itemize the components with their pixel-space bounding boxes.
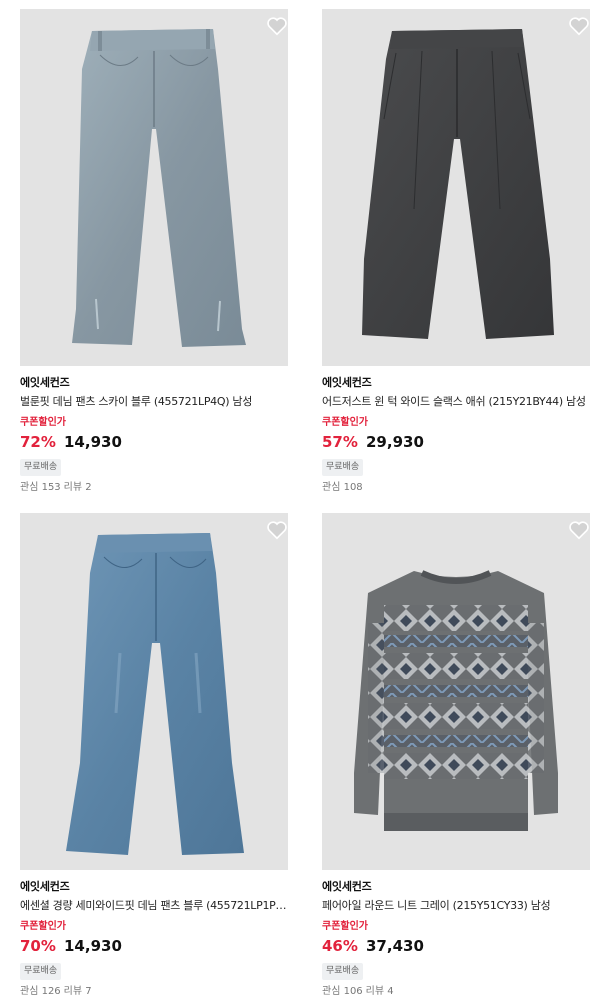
product-image[interactable] [20, 9, 288, 366]
coupon-label: 쿠폰할인가 [322, 417, 368, 428]
likes-count: 관심 126 [20, 986, 61, 997]
product-name[interactable]: 벌룬핏 데님 팬츠 스카이 블루 (455721LP4Q) 남성 [20, 394, 288, 409]
fair-isle-sweater-image [354, 570, 558, 831]
likes-count: 관심 153 [20, 482, 61, 493]
free-shipping-badge: 무료배송 [322, 963, 364, 980]
product-card[interactable]: 에잇세컨즈 에센셜 경량 세미와이드핏 데님 팬츠 블루 (455721LP1P… [20, 513, 288, 999]
reviews-count: 리뷰 4 [365, 986, 394, 997]
wishlist-heart-icon[interactable] [568, 15, 590, 37]
brand-name[interactable]: 에잇세컨즈 [20, 879, 288, 894]
price-row: 70% 14,930 [20, 936, 288, 956]
sale-price: 29,930 [366, 433, 424, 451]
likes-count: 관심 108 [322, 482, 363, 493]
coupon-label: 쿠폰할인가 [322, 921, 368, 932]
sale-price: 37,430 [366, 937, 424, 955]
product-stats: 관심 126 리뷰 7 [20, 985, 288, 999]
product-card[interactable]: 에잇세컨즈 어드저스트 윈 턱 와이드 슬랙스 애쉬 (215Y21BY44) … [322, 9, 590, 495]
product-stats: 관심 106 리뷰 4 [322, 985, 590, 999]
product-grid: 에잇세컨즈 벌룬핏 데님 팬츠 스카이 블루 (455721LP4Q) 남성 쿠… [0, 0, 603, 1006]
sale-price: 14,930 [64, 937, 122, 955]
free-shipping-badge: 무료배송 [322, 459, 364, 476]
product-image[interactable] [322, 9, 590, 366]
blue-jeans-image [66, 533, 244, 855]
price-row: 57% 29,930 [322, 432, 590, 452]
product-name[interactable]: 에센셜 경량 세미와이드핏 데님 팬츠 블루 (455721LP1P) 남성 [20, 898, 288, 913]
product-image[interactable] [20, 513, 288, 870]
free-shipping-badge: 무료배송 [20, 459, 62, 476]
light-wash-jeans-image [72, 29, 246, 347]
product-image[interactable] [322, 513, 590, 870]
coupon-label: 쿠폰할인가 [20, 417, 66, 428]
product-card[interactable]: 에잇세컨즈 벌룬핏 데님 팬츠 스카이 블루 (455721LP4Q) 남성 쿠… [20, 9, 288, 495]
brand-name[interactable]: 에잇세컨즈 [20, 375, 288, 390]
charcoal-slacks-image [362, 29, 554, 339]
coupon-label: 쿠폰할인가 [20, 921, 66, 932]
sale-price: 14,930 [64, 433, 122, 451]
brand-name[interactable]: 에잇세컨즈 [322, 375, 590, 390]
price-row: 72% 14,930 [20, 432, 288, 452]
free-shipping-badge: 무료배송 [20, 963, 62, 980]
discount-rate: 46% [322, 937, 358, 955]
discount-rate: 70% [20, 937, 56, 955]
discount-rate: 72% [20, 433, 56, 451]
product-card[interactable]: 에잇세컨즈 페어아일 라운드 니트 그레이 (215Y51CY33) 남성 쿠폰… [322, 513, 590, 999]
wishlist-heart-icon[interactable] [266, 15, 288, 37]
reviews-count: 리뷰 7 [63, 986, 92, 997]
wishlist-heart-icon[interactable] [568, 519, 590, 541]
likes-count: 관심 106 [322, 986, 363, 997]
reviews-count: 리뷰 2 [63, 482, 92, 493]
discount-rate: 57% [322, 433, 358, 451]
price-row: 46% 37,430 [322, 936, 590, 956]
product-name[interactable]: 어드저스트 윈 턱 와이드 슬랙스 애쉬 (215Y21BY44) 남성 [322, 394, 590, 409]
wishlist-heart-icon[interactable] [266, 519, 288, 541]
product-stats: 관심 153 리뷰 2 [20, 481, 288, 495]
product-stats: 관심 108 [322, 481, 590, 495]
brand-name[interactable]: 에잇세컨즈 [322, 879, 590, 894]
product-name[interactable]: 페어아일 라운드 니트 그레이 (215Y51CY33) 남성 [322, 898, 590, 913]
